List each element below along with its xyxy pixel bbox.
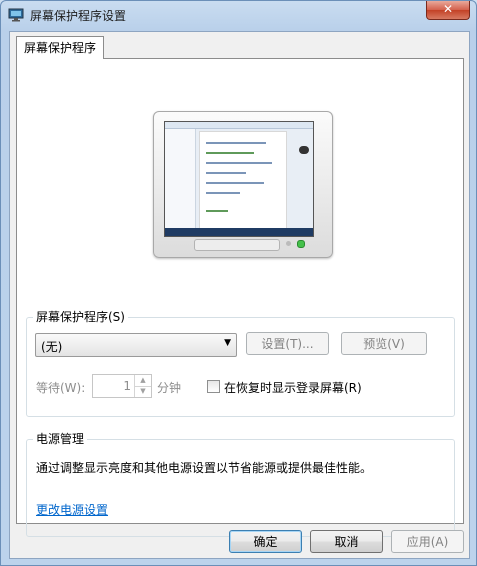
power-management-group: 电源管理 通过调整显示亮度和其他电源设置以节省能源或提供最佳性能。 更改电源设置	[26, 432, 455, 537]
wait-label: 等待(W):	[36, 381, 86, 395]
chevron-down-icon: ▼	[224, 338, 231, 348]
dialog-client-area: 屏幕保护程序 屏幕保护程序(S) (无) ▼ 设置(T)... 预览(V) 等待…	[9, 31, 470, 559]
close-icon: ✕	[442, 2, 454, 16]
wait-minutes-stepper[interactable]: 1 ▲ ▼	[92, 374, 152, 398]
spin-down-icon[interactable]: ▼	[135, 386, 151, 397]
tab-panel: 屏幕保护程序(S) (无) ▼ 设置(T)... 预览(V) 等待(W): 1 …	[16, 58, 464, 537]
tab-screensaver[interactable]: 屏幕保护程序	[16, 36, 105, 59]
settings-button[interactable]: 设置(T)...	[246, 332, 329, 355]
monitor-bezel-slot	[194, 239, 280, 251]
change-power-settings-link[interactable]: 更改电源设置	[36, 501, 108, 518]
resume-login-checkbox[interactable]	[207, 380, 220, 393]
screensaver-select-value: (无)	[41, 340, 63, 354]
cancel-button[interactable]: 取消	[310, 530, 383, 553]
window-title: 屏幕保护程序设置	[30, 9, 127, 23]
power-group-legend: 电源管理	[33, 432, 88, 446]
display-settings-icon	[8, 8, 24, 22]
apply-button[interactable]: 应用(A)	[391, 530, 464, 553]
wait-unit-label: 分钟	[157, 381, 182, 395]
dialog-window: 屏幕保护程序设置 ✕ 屏幕保护程序 屏幕保护程序(S) (无) ▼ 设置(T).…	[0, 0, 477, 566]
wait-minutes-value: 1	[123, 379, 131, 393]
preview-screen	[164, 121, 314, 237]
ok-button[interactable]: 确定	[229, 530, 302, 553]
resume-login-label[interactable]: 在恢复时显示登录屏幕(R)	[224, 379, 362, 396]
screensaver-group: 屏幕保护程序(S) (无) ▼ 设置(T)... 预览(V) 等待(W): 1 …	[26, 310, 455, 417]
preview-button[interactable]: 预览(V)	[341, 332, 427, 355]
screensaver-group-legend: 屏幕保护程序(S)	[33, 310, 128, 324]
power-led-icon	[297, 240, 305, 248]
power-description: 通过调整显示亮度和其他电源设置以节省能源或提供最佳性能。	[36, 461, 373, 475]
monitor-preview	[153, 111, 333, 258]
webcam-icon	[299, 146, 309, 154]
screensaver-select[interactable]: (无) ▼	[35, 333, 237, 357]
close-button[interactable]: ✕	[426, 1, 470, 20]
monitor-button-icon	[286, 241, 291, 246]
title-bar[interactable]: 屏幕保护程序设置 ✕	[1, 1, 476, 29]
